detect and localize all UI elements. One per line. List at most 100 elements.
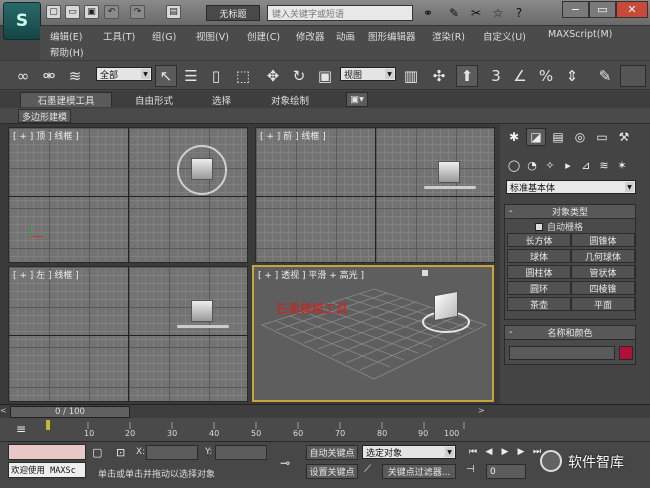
prev-frame-icon[interactable]: <	[0, 406, 8, 418]
menu-customize[interactable]: 自定义(U)	[483, 29, 526, 43]
app-logo[interactable]: S	[3, 2, 41, 40]
star-icon[interactable]: ☆	[490, 5, 506, 21]
default-tangent-icon[interactable]: ⟋	[364, 464, 378, 478]
plane-button[interactable]: 平面	[571, 297, 635, 311]
object-name-field[interactable]	[509, 346, 615, 360]
next-frame-icon[interactable]: >	[478, 406, 486, 418]
rectangular-selection-icon[interactable]: ▯	[205, 65, 227, 87]
key-filters-button[interactable]: 关键点过滤器...	[382, 464, 456, 479]
pyramid-button[interactable]: 四棱锥	[571, 281, 635, 295]
lights-icon[interactable]: ✧	[542, 157, 558, 173]
search-input[interactable]: 键入关键字或短语	[267, 5, 413, 21]
next-frame-icon[interactable]: ▶	[514, 445, 528, 459]
create-tab-icon[interactable]: ✱	[504, 128, 524, 146]
object-type-header[interactable]: - 对象类型	[505, 205, 635, 219]
utilities-tab-icon[interactable]: ⚒	[614, 128, 634, 146]
wrench-icon[interactable]: ✎	[446, 5, 462, 21]
angle-snap-icon[interactable]: ∠	[509, 65, 531, 87]
maximize-button[interactable]: ▭	[589, 1, 616, 18]
open-file-icon[interactable]: ▭	[65, 5, 80, 19]
menu-rendering[interactable]: 渲染(R)	[432, 29, 465, 43]
cameras-icon[interactable]: ▸	[560, 157, 576, 173]
percent-snap-icon[interactable]: %	[535, 65, 557, 87]
absolute-mode-icon[interactable]: ⊡	[116, 446, 132, 460]
menu-maxscript[interactable]: MAXScript(M)	[548, 29, 612, 40]
current-frame-field[interactable]: 0	[486, 464, 526, 479]
menu-views[interactable]: 视图(V)	[196, 29, 229, 43]
menu-create[interactable]: 创建(C)	[247, 29, 280, 43]
ribbon-options-icon[interactable]: ▣▾	[346, 92, 368, 107]
primitive-type-dropdown[interactable]: 标准基本体 ▼	[506, 180, 636, 194]
play-icon[interactable]: ▶	[498, 445, 512, 459]
previous-frame-icon[interactable]: ◀	[482, 445, 496, 459]
pivot-center-icon[interactable]: ▥	[400, 65, 422, 87]
time-slider[interactable]: 0 / 100	[10, 406, 130, 418]
cone-button[interactable]: 圆锥体	[571, 233, 635, 247]
key-mode-toggle-icon[interactable]: ⊣	[466, 464, 480, 478]
menu-group[interactable]: 组(G)	[152, 29, 176, 43]
scale-icon[interactable]: ▣	[314, 65, 336, 87]
key-mode-dropdown[interactable]: 选定对象 ▼	[362, 445, 456, 459]
select-by-name-icon[interactable]: ☰	[180, 65, 202, 87]
viewport-label[interactable]: [ + ] 顶 ] 线框 ]	[13, 129, 79, 142]
tools-icon[interactable]: ✂	[468, 5, 484, 21]
viewport-label[interactable]: [ + ] 透视 ] 平滑 + 高光 ]	[258, 268, 364, 281]
auto-key-button[interactable]: 自动关键点	[306, 445, 358, 460]
helpers-icon[interactable]: ⊿	[578, 157, 594, 173]
selection-filter-dropdown[interactable]: 全部 ▼	[96, 67, 152, 81]
maxscript-output[interactable]: 欢迎使用 MAXSc	[8, 462, 86, 478]
move-icon[interactable]: ✥	[262, 65, 284, 87]
mini-curve-editor-icon[interactable]: ≡	[16, 422, 30, 436]
modify-tab-icon[interactable]: ◪	[526, 128, 546, 146]
set-key-button[interactable]: 设置关键点	[306, 464, 358, 479]
box-button[interactable]: 长方体	[507, 233, 571, 247]
viewport-perspective[interactable]: [ + ] 透视 ] 平滑 + 高光 ] 石墨建模工具	[252, 265, 494, 402]
geosphere-button[interactable]: 几何球体	[571, 249, 635, 263]
selection-lock-icon[interactable]: ▢	[92, 446, 106, 460]
menu-animation[interactable]: 动画	[336, 29, 355, 43]
redo-icon[interactable]: ↷	[130, 5, 145, 19]
dice-cube-object[interactable]	[434, 290, 458, 322]
autogrid-checkbox[interactable]: 自动栅格	[535, 220, 583, 233]
undo-icon[interactable]: ↶	[104, 5, 119, 19]
tab-polygon-modeling[interactable]: 多边形建模	[18, 109, 72, 123]
object-color-swatch[interactable]	[619, 346, 633, 360]
close-button[interactable]: ✕	[616, 1, 648, 18]
unlink-icon[interactable]: ⚮	[38, 65, 60, 87]
key-icon[interactable]: ⊸	[280, 456, 300, 470]
teapot-button[interactable]: 茶壶	[507, 297, 571, 311]
y-coordinate-field[interactable]	[215, 445, 267, 460]
torus-button[interactable]: 圆环	[507, 281, 571, 295]
menu-help[interactable]: 帮助(H)	[50, 45, 84, 59]
viewport-label[interactable]: [ + ] 左 ] 线框 ]	[13, 268, 79, 281]
viewport-top[interactable]: [ + ] 顶 ] 线框 ]	[8, 127, 248, 263]
x-coordinate-field[interactable]	[146, 445, 198, 460]
tab-graphite-modeling[interactable]: 石墨建模工具	[20, 92, 112, 107]
tab-selection[interactable]: 选择	[212, 92, 231, 107]
save-file-icon[interactable]: ▣	[84, 5, 99, 19]
tube-button[interactable]: 管状体	[571, 265, 635, 279]
viewport-left[interactable]: [ + ] 左 ] 线框 ]	[8, 266, 248, 402]
tab-freeform[interactable]: 自由形式	[135, 92, 173, 107]
tab-object-paint[interactable]: 对象绘制	[271, 92, 309, 107]
motion-tab-icon[interactable]: ◎	[570, 128, 590, 146]
select-manipulate-icon[interactable]: ✣	[428, 65, 450, 87]
track-bar[interactable]: ≡ 10 20 30 40 50 60 70 80 90 100	[0, 418, 650, 442]
window-crossing-icon[interactable]: ⬚	[232, 65, 254, 87]
menu-modifiers[interactable]: 修改器	[296, 29, 325, 43]
viewport-front[interactable]: [ + ] 前 ] 线框 ]	[255, 127, 495, 263]
named-selection-field[interactable]	[620, 65, 646, 87]
rotate-icon[interactable]: ↻	[288, 65, 310, 87]
select-object-icon[interactable]: ↖	[155, 65, 177, 87]
new-file-icon[interactable]: ▢	[46, 5, 61, 19]
hierarchy-tab-icon[interactable]: ▤	[548, 128, 568, 146]
name-color-header[interactable]: - 名称和颜色	[505, 326, 635, 340]
go-to-start-icon[interactable]: ⏮	[466, 445, 480, 459]
geometry-icon[interactable]: ◯	[506, 157, 522, 173]
keyboard-shortcut-override-icon[interactable]: ⬆	[456, 65, 478, 87]
shapes-icon[interactable]: ◔	[524, 157, 540, 173]
sphere-button[interactable]: 球体	[507, 249, 571, 263]
spinner-snap-icon[interactable]: ⇕	[561, 65, 583, 87]
edit-named-selection-icon[interactable]: ✎	[594, 65, 616, 87]
cylinder-button[interactable]: 圆柱体	[507, 265, 571, 279]
